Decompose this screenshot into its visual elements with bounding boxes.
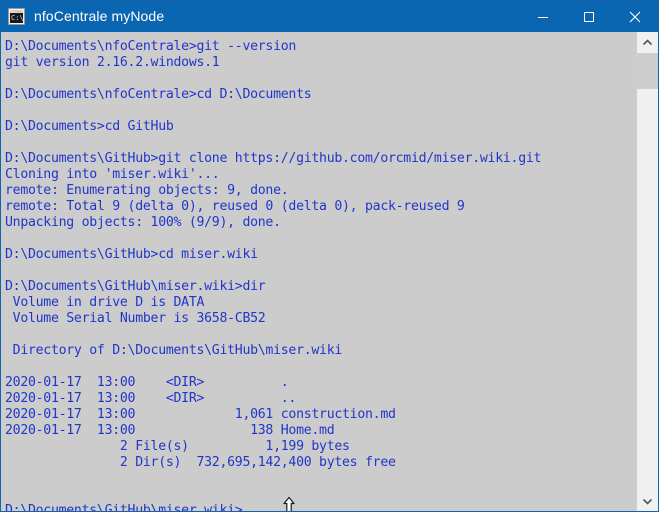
cmd-console-icon: ··· C:\ bbox=[8, 8, 25, 25]
console-line: 2020-01-17 13:00 <DIR> . bbox=[5, 375, 289, 390]
console-line: Cloning into 'miser.wiki'... bbox=[5, 167, 220, 182]
scroll-down-button[interactable] bbox=[637, 491, 658, 511]
console-line: remote: Total 9 (delta 0), reused 0 (del… bbox=[5, 199, 465, 214]
console-prompt-text: D:\Documents\GitHub\miser.wiki> bbox=[5, 503, 243, 511]
console-line: 2020-01-17 13:00 1,061 construction.md bbox=[5, 407, 396, 422]
console-line: D:\Documents\GitHub>git clone https://gi… bbox=[5, 151, 542, 166]
console-line: Unpacking objects: 100% (9/9), done. bbox=[5, 215, 281, 230]
console-line: git version 2.16.2.windows.1 bbox=[5, 55, 220, 70]
close-button[interactable] bbox=[612, 1, 658, 32]
console-prompt-line: D:\Documents\GitHub\miser.wiki> bbox=[5, 503, 636, 511]
window-titlebar[interactable]: ··· C:\ nfoCentrale myNode bbox=[1, 1, 658, 32]
minimize-button[interactable] bbox=[520, 1, 566, 32]
chevron-up-icon bbox=[643, 38, 652, 45]
console-scrollbar[interactable] bbox=[636, 32, 658, 511]
console-line: Directory of D:\Documents\GitHub\miser.w… bbox=[5, 343, 343, 358]
console-line: D:\Documents\nfoCentrale>cd D:\Documents bbox=[5, 87, 312, 102]
scroll-up-button[interactable] bbox=[637, 32, 658, 52]
chevron-down-icon bbox=[643, 498, 652, 505]
console-window: ··· C:\ nfoCentrale myNode D:\Documents\… bbox=[0, 0, 659, 512]
window-title: nfoCentrale myNode bbox=[34, 8, 165, 24]
console-line: D:\Documents>cd GitHub bbox=[5, 119, 174, 134]
console-line: Volume Serial Number is 3658-CB52 bbox=[5, 311, 266, 326]
console-line: remote: Enumerating objects: 9, done. bbox=[5, 183, 289, 198]
console-line: Volume in drive D is DATA bbox=[5, 295, 205, 310]
maximize-button[interactable] bbox=[566, 1, 612, 32]
caption-button-group bbox=[520, 1, 658, 32]
console-client-area: D:\Documents\nfoCentrale>git --version g… bbox=[1, 32, 658, 511]
console-line: 2 Dir(s) 732,695,142,400 bytes free bbox=[5, 455, 396, 470]
scrollbar-thumb[interactable] bbox=[637, 53, 658, 89]
console-line: D:\Documents\GitHub>cd miser.wiki bbox=[5, 247, 258, 262]
console-line: 2020-01-17 13:00 <DIR> .. bbox=[5, 391, 297, 406]
cmd-icon-prompt-text: C:\ bbox=[11, 14, 24, 22]
console-line: 2020-01-17 13:00 138 Home.md bbox=[5, 423, 335, 438]
console-output[interactable]: D:\Documents\nfoCentrale>git --version g… bbox=[1, 32, 636, 511]
console-line: 2 File(s) 1,199 bytes bbox=[5, 439, 350, 454]
console-line: D:\Documents\GitHub\miser.wiki>dir bbox=[5, 279, 266, 294]
console-line: D:\Documents\nfoCentrale>git --version bbox=[5, 39, 297, 54]
